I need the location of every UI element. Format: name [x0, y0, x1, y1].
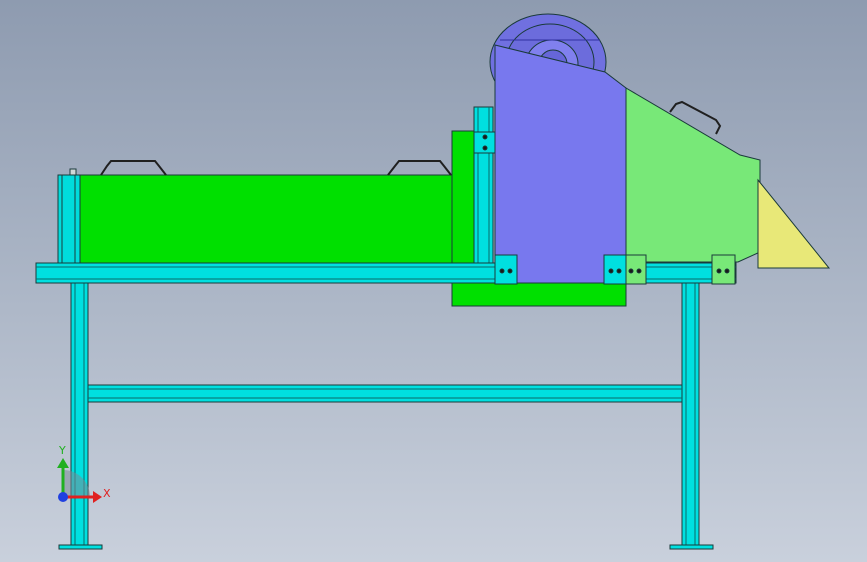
y-axis-label: Y — [58, 444, 66, 457]
mount-bracket-4[interactable] — [711, 254, 736, 285]
right-leg[interactable] — [669, 282, 714, 550]
graphics-viewport[interactable]: Y X — [0, 0, 867, 562]
mount-bracket-1[interactable] — [494, 254, 518, 285]
x-axis-label: X — [103, 487, 111, 500]
hopper-end-wall[interactable] — [57, 168, 81, 264]
cad-model-scene[interactable]: Y X — [0, 0, 867, 562]
hopper-body[interactable] — [79, 174, 474, 264]
vertical-post[interactable] — [473, 106, 494, 264]
hopper-handle-right[interactable] — [387, 160, 452, 176]
discharge-spout[interactable] — [757, 178, 831, 269]
drive-box-lower[interactable] — [451, 282, 627, 307]
z-axis-dot — [58, 492, 68, 502]
mount-bracket-2[interactable] — [603, 254, 627, 285]
hopper-handle-left[interactable] — [100, 160, 167, 176]
crusher-housing[interactable] — [494, 44, 627, 284]
discharge-chute[interactable] — [625, 87, 761, 263]
mount-bracket-3[interactable] — [625, 254, 647, 285]
left-leg[interactable] — [58, 282, 103, 550]
cross-brace[interactable] — [87, 384, 683, 403]
